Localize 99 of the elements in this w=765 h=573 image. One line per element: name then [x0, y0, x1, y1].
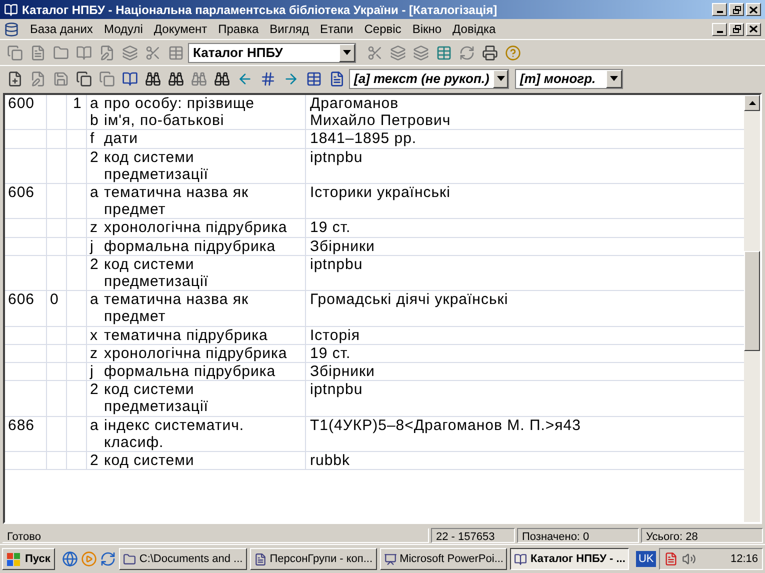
minimize-icon	[716, 11, 722, 13]
document-icon	[254, 552, 267, 566]
subfield-value: 19 ст.	[310, 344, 351, 362]
subfield-value: iptnpbu	[310, 256, 363, 273]
close-icon	[749, 25, 758, 33]
dropdown[interactable]: [a] текст (не рукоп.)	[349, 68, 509, 88]
caret-icon	[610, 76, 618, 81]
subfield-label: про особу: прізвище	[104, 95, 254, 112]
menu-item[interactable]: Сервіс	[364, 20, 402, 38]
restore-button[interactable]	[729, 22, 744, 36]
language-indicator[interactable]: UK	[636, 550, 656, 568]
subfield-label: індекс систематич. класиф.	[104, 416, 244, 451]
subfield-value: 1841–1895 рр.	[310, 130, 417, 148]
speaker-icon[interactable]	[682, 552, 696, 566]
subfield-value: Громадські діячі українські	[310, 291, 508, 308]
subfield-label: тематична підрубрика	[104, 326, 268, 344]
subfield-code: 2	[90, 148, 99, 166]
subfield-code: a	[90, 416, 99, 434]
taskbar-button[interactable]: Каталог НПБУ - ...	[510, 548, 630, 570]
subfield-code: z	[90, 219, 98, 236]
subfield-code: x	[90, 326, 98, 344]
restore-icon	[732, 6, 741, 14]
refresh-icon[interactable]	[100, 551, 116, 567]
subfield-code: a	[90, 291, 99, 308]
restore-button[interactable]	[729, 3, 744, 16]
subfield-label: формальна підрубрика	[104, 238, 276, 255]
menu-item[interactable]: Довідка	[452, 20, 496, 38]
menu-item[interactable]: Модулі	[104, 20, 143, 38]
subfield-label: формальна підрубрика	[104, 363, 276, 380]
window-title: Каталог НПБУ - Національна парламентська бібліотека України - [Каталогізація]	[22, 2, 498, 18]
subfield-value: Драгоманов	[310, 95, 399, 112]
taskbar-button[interactable]: C:\Documents and ...	[119, 548, 247, 570]
status-text: Готово	[7, 531, 41, 543]
menu-item[interactable]: Вигляд	[270, 20, 309, 38]
restore-icon	[732, 25, 741, 33]
subfield-value: rubbk	[310, 452, 350, 470]
scroll-up-icon[interactable]	[748, 101, 756, 105]
subfield-value: Михайло Петрович	[310, 112, 451, 130]
close-button[interactable]	[746, 3, 761, 16]
subfield-code: a	[90, 95, 99, 112]
book-icon	[4, 2, 18, 16]
subfield-code: 2	[90, 452, 99, 470]
subfield-value: Історія	[310, 326, 360, 344]
tag-cell: 686	[8, 416, 35, 434]
presentation-icon	[384, 552, 397, 566]
subfield-value: iptnpbu	[310, 381, 363, 398]
subfield-code: 2	[90, 381, 99, 398]
close-button[interactable]	[746, 22, 761, 36]
minimize-icon	[716, 30, 722, 32]
globe-icon[interactable]	[62, 551, 78, 567]
caret-icon	[343, 50, 351, 55]
database-icon	[4, 22, 19, 36]
tag-cell: 606	[8, 184, 35, 202]
subfield-code: f	[90, 130, 95, 148]
minimize-button[interactable]	[712, 3, 727, 16]
scroll-thumb[interactable]	[744, 251, 760, 351]
menu-item[interactable]: Документ	[154, 20, 208, 38]
taskbar-button[interactable]: Microsoft PowerPoi...	[380, 548, 508, 570]
folder-icon	[123, 552, 136, 566]
pdf-icon[interactable]	[664, 552, 678, 566]
tag-cell: 600	[8, 95, 35, 112]
subfield-label: хронологічна підрубрика	[104, 219, 288, 236]
windows-logo-icon	[7, 552, 21, 566]
book-icon	[514, 552, 528, 566]
menu-item[interactable]: Правка	[218, 20, 259, 38]
subfield-code: b	[90, 112, 99, 130]
subfield-code: z	[90, 344, 98, 362]
close-icon	[749, 6, 758, 14]
subfield-value: Історики українські	[310, 184, 450, 202]
subfield-code: 2	[90, 256, 99, 273]
status-text: Усього: 28	[646, 531, 698, 543]
subfield-code: a	[90, 184, 99, 202]
subfield-value: 19 ст.	[310, 219, 351, 236]
subfield-code: j	[90, 238, 94, 255]
subfield-label: ім'я, по-батькові	[104, 112, 224, 130]
scrollbar[interactable]	[744, 95, 760, 522]
status-text: Позначено: 0	[522, 531, 590, 543]
dropdown[interactable]: [m] моногр.	[515, 68, 623, 88]
indicator-cell: 0	[50, 291, 59, 308]
subfield-value: Збірники	[310, 238, 375, 255]
subfield-code: j	[90, 363, 94, 380]
subfield-label: дати	[104, 130, 138, 148]
indicator-cell: 1	[73, 95, 82, 112]
tag-cell: 606	[8, 291, 35, 308]
caret-icon	[496, 76, 505, 81]
subfield-value: Т1(4УКР)5–8<Драгоманов М. П.>я43	[310, 416, 581, 434]
subfield-value: iptnpbu	[310, 148, 363, 166]
menu-item[interactable]: База даних	[30, 20, 93, 38]
subfield-label: код системи	[104, 452, 194, 470]
minimize-button[interactable]	[712, 22, 727, 36]
dropdown[interactable]: Каталог НПБУ	[188, 42, 356, 62]
menu-item[interactable]: Етапи	[320, 20, 354, 38]
start-button[interactable]: Пуск	[2, 548, 56, 570]
subfield-value: Збірники	[310, 363, 375, 380]
clock: 12:16	[730, 552, 758, 567]
status-text: 22 - 157653	[436, 531, 495, 543]
subfield-label: хронологічна підрубрика	[104, 344, 288, 362]
taskbar-button[interactable]: ПерсонГрупи - коп...	[250, 548, 377, 570]
menu-item[interactable]: Вікно	[412, 20, 442, 38]
